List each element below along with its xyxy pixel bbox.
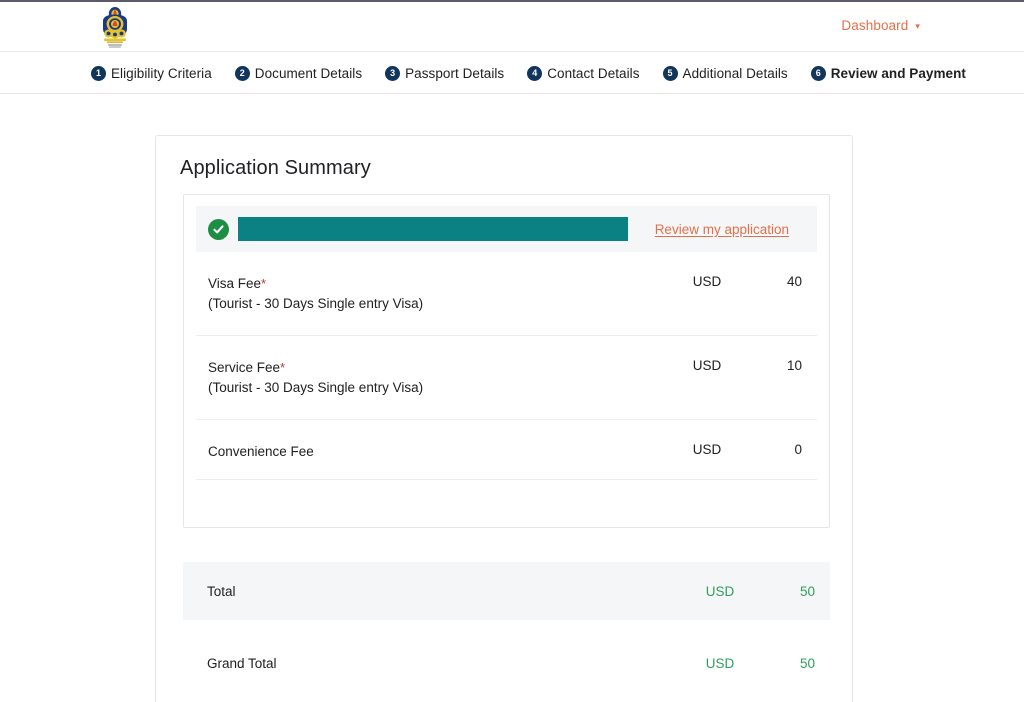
fee-currency: USD (692, 442, 722, 457)
fee-amount: 10 (786, 358, 802, 373)
site-header: Dashboard ▾ (0, 2, 1024, 52)
fee-name-text: Convenience Fee (208, 444, 314, 459)
application-summary-card: Application Summary Review my applicatio… (155, 135, 853, 702)
fee-amount: 0 (794, 442, 802, 457)
step-passport-details[interactable]: 3 Passport Details (385, 65, 505, 81)
fee-description: (Tourist - 30 Days Single entry Visa) (208, 380, 424, 395)
step-label: Additional Details (682, 65, 788, 81)
step-number-badge: 2 (234, 65, 250, 81)
fee-currency: USD (692, 274, 722, 289)
step-label: Passport Details (405, 65, 505, 81)
step-additional-details[interactable]: 5 Additional Details (662, 65, 788, 81)
grand-total-row: Grand Total USD 50 (183, 634, 830, 692)
fee-rows: Visa Fee* (Tourist - 30 Days Single entr… (184, 252, 829, 527)
total-currency: USD (705, 583, 735, 599)
redacted-applicant-name (238, 217, 628, 241)
fee-name-text: Service Fee (208, 360, 281, 375)
table-row: Visa Fee* (Tourist - 30 Days Single entr… (196, 252, 817, 336)
green-check-icon (208, 218, 229, 240)
fee-label-wrap: Convenience Fee (196, 442, 661, 461)
total-row: Total USD 50 (183, 562, 830, 620)
fee-label-wrap: Service Fee* (Tourist - 30 Days Single e… (196, 358, 661, 397)
grand-total-label: Grand Total (207, 655, 277, 671)
fee-amount: 40 (786, 274, 802, 289)
step-review-and-payment[interactable]: 6 Review and Payment (810, 65, 966, 81)
fee-name: Convenience Fee (208, 442, 661, 461)
page-title: Application Summary (180, 157, 371, 179)
chevron-down-icon: ▾ (915, 21, 920, 31)
required-marker: * (261, 276, 267, 291)
national-emblem-logo[interactable] (99, 5, 131, 51)
step-number-badge: 3 (385, 65, 401, 81)
fee-name: Service Fee* (208, 358, 661, 377)
fee-description: (Tourist - 30 Days Single entry Visa) (208, 296, 424, 311)
fee-name: Visa Fee* (208, 274, 661, 293)
step-number-badge: 5 (662, 65, 678, 81)
application-stepper: 1 Eligibility Criteria 2 Document Detail… (0, 53, 1024, 94)
table-row-spacer (196, 480, 817, 527)
step-number-badge: 6 (810, 65, 826, 81)
total-label: Total (207, 583, 236, 599)
step-number-badge: 1 (91, 65, 106, 81)
fee-breakdown-panel: Review my application Visa Fee* (Tourist… (183, 194, 830, 528)
step-number-badge: 4 (527, 65, 543, 81)
required-marker: * (280, 360, 286, 375)
step-label: Eligibility Criteria (111, 65, 212, 81)
applicant-banner: Review my application (196, 206, 817, 252)
step-label: Review and Payment (830, 65, 966, 81)
dashboard-label: Dashboard (841, 18, 909, 33)
table-row: Convenience Fee USD 0 (196, 420, 817, 480)
table-row: Service Fee* (Tourist - 30 Days Single e… (196, 336, 817, 420)
step-document-details[interactable]: 2 Document Details (234, 65, 363, 81)
step-eligibility-criteria[interactable]: 1 Eligibility Criteria (91, 65, 212, 81)
step-label: Document Details (254, 65, 363, 81)
total-amount: 50 (799, 583, 815, 599)
page-root: Dashboard ▾ 1 Eligibility Criteria 2 Docu… (0, 0, 1024, 702)
fee-currency: USD (692, 358, 722, 373)
step-contact-details[interactable]: 4 Contact Details (527, 65, 640, 81)
fee-name-text: Visa Fee (208, 276, 262, 291)
grand-total-amount: 50 (799, 655, 815, 671)
grand-total-currency: USD (705, 655, 735, 671)
step-label: Contact Details (547, 65, 640, 81)
review-my-application-link[interactable]: Review my application (655, 222, 789, 237)
fee-label-wrap: Visa Fee* (Tourist - 30 Days Single entr… (196, 274, 661, 313)
dashboard-menu-button[interactable]: Dashboard ▾ (841, 18, 920, 33)
